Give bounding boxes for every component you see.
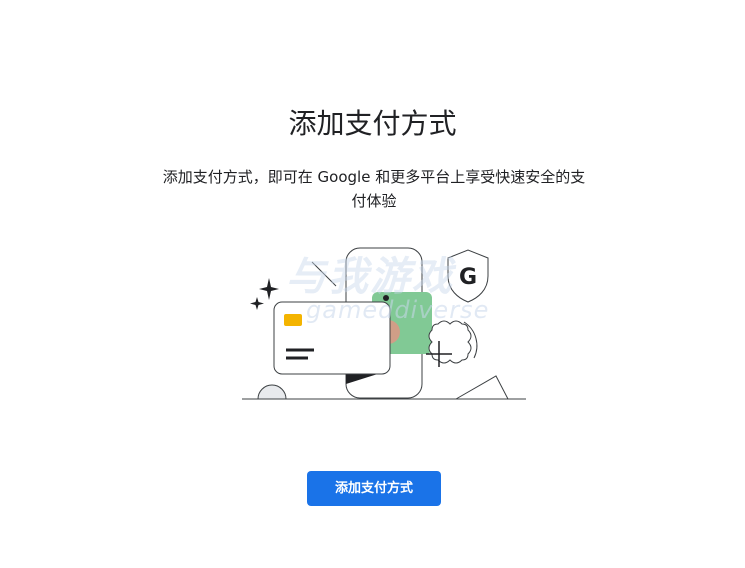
add-payment-method-button[interactable]: 添加支付方式 (307, 471, 441, 506)
page-title: 添加支付方式 (288, 107, 457, 140)
diagonal-line (311, 261, 337, 287)
add-payment-page: 添加支付方式 添加支付方式，即可在 Google 和更多平台上享受快速安全的支付… (0, 0, 745, 568)
card-chip (284, 314, 302, 326)
triangle-shape (454, 375, 509, 400)
plus-badge (428, 320, 472, 364)
credit-card (273, 301, 391, 375)
page-description: 添加支付方式，即可在 Google 和更多平台上享受快速安全的支付体验 (162, 168, 586, 210)
sparkle-large-icon (259, 278, 279, 300)
google-g-icon: G (459, 265, 477, 290)
payment-illustration: G (242, 247, 526, 400)
sparkle-small-icon (250, 297, 264, 310)
card-hole (383, 295, 389, 301)
half-circle-shape (257, 384, 287, 400)
